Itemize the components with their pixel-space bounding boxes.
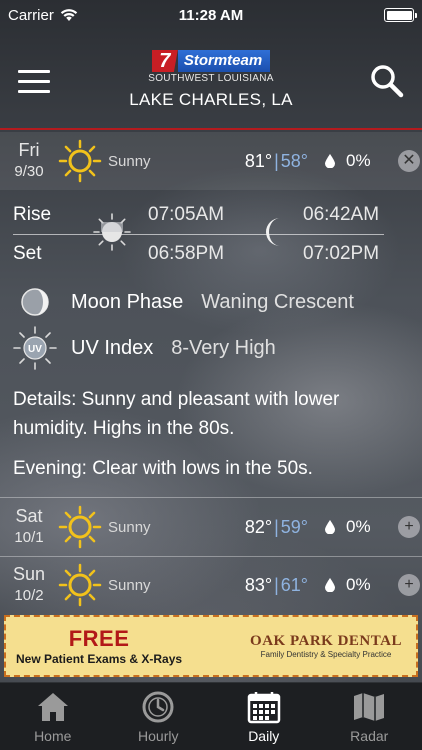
low-temp: 59° xyxy=(280,516,308,537)
location-label: LAKE CHARLES, LA xyxy=(129,90,293,109)
raindrop-icon xyxy=(314,520,346,534)
details-text: Details: Sunny and pleasant with lower h… xyxy=(13,389,340,439)
collapse-button[interactable]: ✕ xyxy=(398,150,420,172)
wifi-icon xyxy=(60,9,78,21)
high-temp: 81° xyxy=(244,150,273,171)
day-detail-panel: Rise Set 07:05AM 06:58PM 06:42AM 07:02PM xyxy=(0,190,422,496)
expand-button[interactable]: + xyxy=(398,516,420,538)
tab-label: Home xyxy=(34,728,72,744)
expand-button[interactable]: + xyxy=(398,574,420,596)
precip-chance: 0% xyxy=(346,517,371,536)
low-temp: 61° xyxy=(280,574,308,595)
ad-brand-sub: Family Dentistry & Specialty Practice xyxy=(260,650,392,659)
tab-radar[interactable]: Radar xyxy=(317,683,422,750)
logo-mark: 7 xyxy=(151,50,178,72)
tab-label: Daily xyxy=(248,728,280,744)
moon-phase-row: Moon Phase Waning Crescent xyxy=(13,280,354,324)
sun-icon xyxy=(58,505,102,549)
day-name: Fri xyxy=(18,140,40,160)
rise-label: Rise xyxy=(13,204,52,225)
calendar-icon xyxy=(247,692,280,724)
sunrise-time: 07:05AM xyxy=(148,204,225,225)
day-date-value: 10/1 xyxy=(14,529,44,546)
sun-icon xyxy=(58,563,102,607)
sun-horizon-icon xyxy=(93,213,131,251)
horizon-line xyxy=(13,234,384,235)
day-condition: Sunny xyxy=(108,518,151,536)
logo-word: Stormteam xyxy=(177,50,271,72)
moon-phase-icon xyxy=(21,288,49,316)
low-temp: 58° xyxy=(280,150,308,171)
sun-icon xyxy=(58,139,102,183)
uv-badge-text: UV xyxy=(28,344,42,355)
moon-phase-label: Moon Phase xyxy=(71,290,184,313)
day-temps: 83° | 61° xyxy=(212,575,308,596)
rise-set-section: Rise Set 07:05AM 06:58PM 06:42AM 07:02PM xyxy=(0,190,422,270)
day-date: Sun 10/2 xyxy=(0,564,58,606)
moon-phase-value: Waning Crescent xyxy=(201,290,354,313)
temp-separator: | xyxy=(274,516,279,537)
day-row-sat[interactable]: Sat 10/1 Sunny 82° | 59° 0% + xyxy=(0,498,422,556)
evening-text: Evening: Clear with lows in the 50s. xyxy=(13,458,313,479)
search-icon[interactable] xyxy=(370,64,404,98)
uv-index-row: UV UV Index 8-Very High xyxy=(13,326,276,370)
tab-home[interactable]: Home xyxy=(0,683,106,750)
precip-chance: 0% xyxy=(346,151,371,170)
moon-icon xyxy=(266,218,280,246)
day-name: Sun xyxy=(12,564,46,584)
day-date-value: 9/30 xyxy=(14,163,44,180)
tab-label: Hourly xyxy=(138,728,179,744)
uv-icon: UV xyxy=(13,326,57,370)
uv-index-label: UV Index xyxy=(71,336,154,359)
ad-brand: OAK PARK DENTAL xyxy=(250,633,402,649)
battery-icon xyxy=(384,8,417,22)
raindrop-icon xyxy=(314,578,346,592)
raindrop-icon xyxy=(314,154,346,168)
day-condition: Sunny xyxy=(108,152,151,170)
map-icon xyxy=(354,693,385,721)
set-label: Set xyxy=(13,243,42,264)
ad-subline: New Patient Exams & X-Rays xyxy=(16,652,183,666)
moonrise-time: 06:42AM xyxy=(303,204,380,225)
ad-banner[interactable]: FREE New Patient Exams & X-Rays OAK PARK… xyxy=(4,615,418,677)
app-header: 7 Stormteam SOUTHWEST LOUISIANA LAKE CHA… xyxy=(0,30,422,130)
moonset-time: 07:02PM xyxy=(303,243,380,264)
precip-chance: 0% xyxy=(346,575,371,594)
sunset-time: 06:58PM xyxy=(148,243,225,264)
status-bar: Carrier 11:28 AM xyxy=(0,0,422,30)
uv-index-value: 8-Very High xyxy=(171,336,276,359)
home-icon xyxy=(37,693,68,721)
temp-separator: | xyxy=(274,574,279,595)
day-row-sun[interactable]: Sun 10/2 Sunny 83° | 61° 0% + xyxy=(0,556,422,614)
tab-label: Radar xyxy=(350,728,389,744)
tab-hourly[interactable]: Hourly xyxy=(106,683,212,750)
day-date-value: 10/2 xyxy=(14,587,44,604)
day-temps: 82° | 59° xyxy=(212,517,308,538)
day-condition: Sunny xyxy=(108,576,151,594)
day-temps: 81° | 58° xyxy=(212,151,308,172)
tab-daily[interactable]: Daily xyxy=(211,683,317,750)
carrier-label: Carrier xyxy=(8,6,54,24)
day-date: Fri 9/30 xyxy=(0,140,58,182)
day-row-fri[interactable]: Fri 9/30 Sunny 81° | 58° 0% ✕ xyxy=(0,132,422,190)
logo-subtitle: SOUTHWEST LOUISIANA xyxy=(148,73,274,84)
high-temp: 82° xyxy=(244,516,273,537)
temp-separator: | xyxy=(274,150,279,171)
logo: 7 Stormteam SOUTHWEST LOUISIANA LAKE CHA… xyxy=(0,50,422,110)
clock-icon xyxy=(142,691,174,723)
ad-headline: FREE xyxy=(68,626,130,651)
ad-offer: FREE New Patient Exams & X-Rays xyxy=(16,626,182,666)
ad-brand-block: OAK PARK DENTAL Family Dentistry & Speci… xyxy=(250,633,402,659)
tab-bar: Home Hourly Daily Radar xyxy=(0,682,422,750)
day-name: Sat xyxy=(15,506,43,526)
day-date: Sat 10/1 xyxy=(0,506,58,548)
high-temp: 83° xyxy=(244,574,273,595)
